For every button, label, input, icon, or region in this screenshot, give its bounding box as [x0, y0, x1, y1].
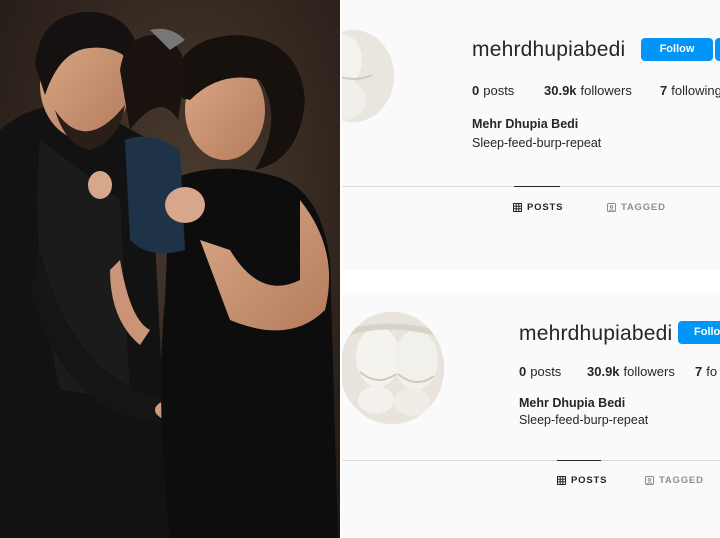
- baby-socks-image: [342, 312, 444, 424]
- tab-posts-label: POSTS: [571, 475, 608, 486]
- following-stat[interactable]: 7 following: [660, 83, 720, 98]
- tab-tagged-label: TAGGED: [621, 202, 666, 213]
- follow-dropdown-button[interactable]: [715, 38, 720, 61]
- tab-posts[interactable]: POSTS: [557, 475, 607, 486]
- profile-screenshot-2: mehrdhupiabedi Follow 0 posts 30.9k foll…: [342, 292, 720, 538]
- following-count: 7: [660, 83, 668, 98]
- tagged-icon: [607, 203, 616, 212]
- tabs-divider: [342, 460, 720, 461]
- profile-username: mehrdhupiabedi: [519, 322, 673, 345]
- profile-avatar[interactable]: [342, 312, 444, 424]
- baby-socks-image: [342, 30, 394, 122]
- profile-full-name: Mehr Dhupia Bedi: [519, 396, 626, 410]
- tagged-icon: [645, 476, 654, 485]
- profile-avatar[interactable]: [342, 30, 394, 122]
- tab-posts[interactable]: POSTS: [513, 202, 563, 213]
- posts-count: 0: [472, 83, 480, 98]
- following-count: 7: [695, 364, 703, 379]
- profile-full-name: Mehr Dhupia Bedi: [472, 117, 579, 131]
- tab-tagged[interactable]: TAGGED: [607, 202, 666, 213]
- followers-count: 30.9k: [544, 83, 577, 98]
- follow-button[interactable]: Follow: [641, 38, 713, 61]
- grid-icon: [513, 203, 522, 212]
- posts-label: posts: [483, 83, 515, 98]
- profile-screenshot-1: mehrdhupiabedi Follow 0 posts 30.9k foll…: [342, 0, 720, 270]
- screenshot-separator: [342, 270, 720, 292]
- posts-stat: 0 posts: [472, 83, 544, 98]
- posts-count: 0: [519, 364, 527, 379]
- grid-icon: [557, 476, 566, 485]
- active-tab-indicator: [557, 460, 601, 461]
- following-label: fo: [706, 364, 718, 379]
- followers-stat[interactable]: 30.9k followers: [544, 83, 660, 98]
- follow-button[interactable]: Follow: [678, 321, 720, 344]
- profile-stats: 0 posts 30.9k followers 7 following: [472, 83, 720, 98]
- tab-posts-label: POSTS: [527, 202, 564, 213]
- profile-bio: Sleep-feed-burp-repeat: [472, 136, 602, 150]
- profile-bio: Sleep-feed-burp-repeat: [519, 413, 649, 427]
- tab-tagged-label: TAGGED: [659, 475, 704, 486]
- profile-username: mehrdhupiabedi: [472, 38, 626, 61]
- active-tab-indicator: [514, 186, 560, 187]
- followers-stat[interactable]: 30.9k followers: [587, 364, 695, 379]
- family-photo: [0, 0, 340, 538]
- tab-tagged[interactable]: TAGGED: [645, 475, 704, 486]
- followers-label: followers: [580, 83, 632, 98]
- profile-stats: 0 posts 30.9k followers 7 fo: [519, 364, 717, 379]
- followers-label: followers: [623, 364, 675, 379]
- family-photo-illustration: [0, 0, 340, 538]
- posts-stat: 0 posts: [519, 364, 587, 379]
- following-label: following: [671, 83, 720, 98]
- following-stat[interactable]: 7 fo: [695, 364, 717, 379]
- posts-label: posts: [530, 364, 562, 379]
- followers-count: 30.9k: [587, 364, 620, 379]
